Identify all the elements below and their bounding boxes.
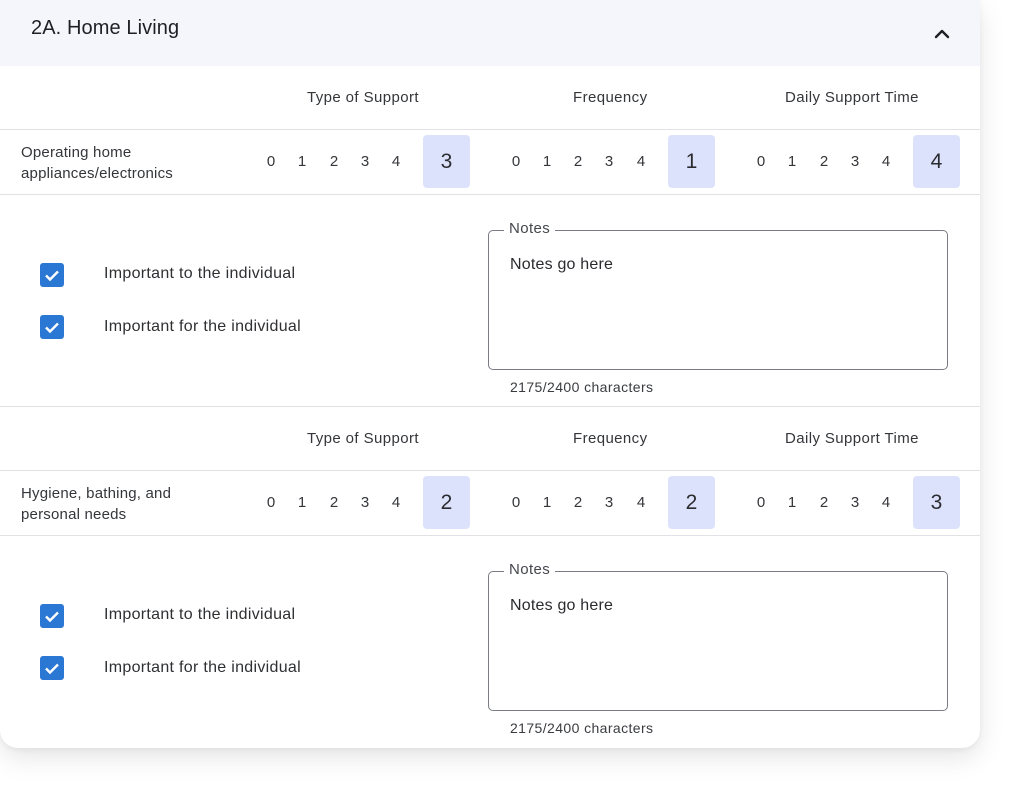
column-header-type-of-support: Type of Support xyxy=(307,89,419,106)
scale-option[interactable]: 4 xyxy=(386,153,406,170)
row-label: Hygiene, bathing, and personal needs xyxy=(21,483,241,525)
scale-option[interactable]: 1 xyxy=(782,494,802,511)
type-of-support-selected[interactable]: 2 xyxy=(423,476,470,529)
frequency-selected[interactable]: 1 xyxy=(668,135,715,188)
character-count: 2175/2400 characters xyxy=(510,720,654,736)
daily-support-time-scale: 0 1 2 3 4 4 xyxy=(753,130,963,194)
notes-legend: Notes xyxy=(504,220,556,237)
type-of-support-selected[interactable]: 3 xyxy=(423,135,470,188)
frequency-selected[interactable]: 2 xyxy=(668,476,715,529)
notes-value[interactable]: Notes go here xyxy=(510,256,613,274)
notes-legend: Notes xyxy=(504,561,556,578)
scale-option[interactable]: 2 xyxy=(814,153,834,170)
scale-option[interactable]: 3 xyxy=(355,494,375,511)
scale-option[interactable]: 0 xyxy=(261,153,281,170)
home-living-card: 2A. Home Living Type of Support Frequenc… xyxy=(0,0,980,748)
scale-option[interactable]: 0 xyxy=(506,494,526,511)
section-header[interactable]: 2A. Home Living xyxy=(0,0,980,66)
scale-option[interactable]: 1 xyxy=(537,153,557,170)
important-to-checkbox[interactable] xyxy=(40,604,64,628)
scale-option[interactable]: 1 xyxy=(782,153,802,170)
notes-textarea[interactable]: Notes Notes go here xyxy=(488,561,948,711)
support-item: Type of Support Frequency Daily Support … xyxy=(0,407,980,748)
scale-option[interactable]: 2 xyxy=(324,153,344,170)
scale-option[interactable]: 4 xyxy=(876,153,896,170)
scale-option[interactable]: 3 xyxy=(845,153,865,170)
check-icon xyxy=(45,611,59,622)
rating-row: Hygiene, bathing, and personal needs 0 1… xyxy=(0,471,980,536)
scale-option[interactable]: 2 xyxy=(568,494,588,511)
scale-option[interactable]: 0 xyxy=(261,494,281,511)
column-headers: Type of Support Frequency Daily Support … xyxy=(0,407,980,471)
check-icon xyxy=(45,270,59,281)
row-label-line: Operating home xyxy=(21,144,132,161)
scale-option[interactable]: 4 xyxy=(631,153,651,170)
scale-option[interactable]: 4 xyxy=(631,494,651,511)
collapse-button[interactable] xyxy=(928,20,956,48)
daily-support-time-selected[interactable]: 4 xyxy=(913,135,960,188)
important-to-label: Important to the individual xyxy=(104,606,296,623)
scale-option[interactable]: 2 xyxy=(324,494,344,511)
section-title: 2A. Home Living xyxy=(31,17,180,39)
important-for-label: Important for the individual xyxy=(104,659,301,676)
column-header-frequency: Frequency xyxy=(573,89,648,106)
row-label: Operating home appliances/electronics xyxy=(21,142,241,184)
scale-option[interactable]: 0 xyxy=(751,153,771,170)
row-label-line: personal needs xyxy=(21,506,127,523)
chevron-up-icon xyxy=(934,29,950,39)
scale-option[interactable]: 4 xyxy=(386,494,406,511)
scale-option[interactable]: 0 xyxy=(506,153,526,170)
check-icon xyxy=(45,322,59,333)
column-header-daily-support-time: Daily Support Time xyxy=(785,430,919,447)
important-for-checkbox[interactable] xyxy=(40,315,64,339)
type-of-support-scale: 0 1 2 3 4 2 xyxy=(263,471,473,535)
type-of-support-scale: 0 1 2 3 4 3 xyxy=(263,130,473,194)
scale-option[interactable]: 2 xyxy=(568,153,588,170)
important-for-label: Important for the individual xyxy=(104,318,301,335)
frequency-scale: 0 1 2 3 4 2 xyxy=(508,471,718,535)
scale-option[interactable]: 3 xyxy=(355,153,375,170)
check-icon xyxy=(45,663,59,674)
rating-row: Operating home appliances/electronics 0 … xyxy=(0,130,980,195)
scale-option[interactable]: 1 xyxy=(292,494,312,511)
scale-option[interactable]: 1 xyxy=(537,494,557,511)
scale-option[interactable]: 3 xyxy=(599,494,619,511)
column-header-daily-support-time: Daily Support Time xyxy=(785,89,919,106)
column-headers: Type of Support Frequency Daily Support … xyxy=(0,66,980,130)
important-to-checkbox[interactable] xyxy=(40,263,64,287)
character-count: 2175/2400 characters xyxy=(510,379,654,395)
scale-option[interactable]: 1 xyxy=(292,153,312,170)
row-label-line: appliances/electronics xyxy=(21,165,173,182)
scale-option[interactable]: 3 xyxy=(599,153,619,170)
frequency-scale: 0 1 2 3 4 1 xyxy=(508,130,718,194)
scale-option[interactable]: 3 xyxy=(845,494,865,511)
column-header-frequency: Frequency xyxy=(573,430,648,447)
support-item: Type of Support Frequency Daily Support … xyxy=(0,66,980,407)
important-for-checkbox[interactable] xyxy=(40,656,64,680)
daily-support-time-scale: 0 1 2 3 4 3 xyxy=(753,471,963,535)
scale-option[interactable]: 2 xyxy=(814,494,834,511)
scale-option[interactable]: 0 xyxy=(751,494,771,511)
row-label-line: Hygiene, bathing, and xyxy=(21,485,172,502)
notes-value[interactable]: Notes go here xyxy=(510,597,613,615)
column-header-type-of-support: Type of Support xyxy=(307,430,419,447)
notes-textarea[interactable]: Notes Notes go here xyxy=(488,220,948,370)
scale-option[interactable]: 4 xyxy=(876,494,896,511)
daily-support-time-selected[interactable]: 3 xyxy=(913,476,960,529)
important-to-label: Important to the individual xyxy=(104,265,296,282)
